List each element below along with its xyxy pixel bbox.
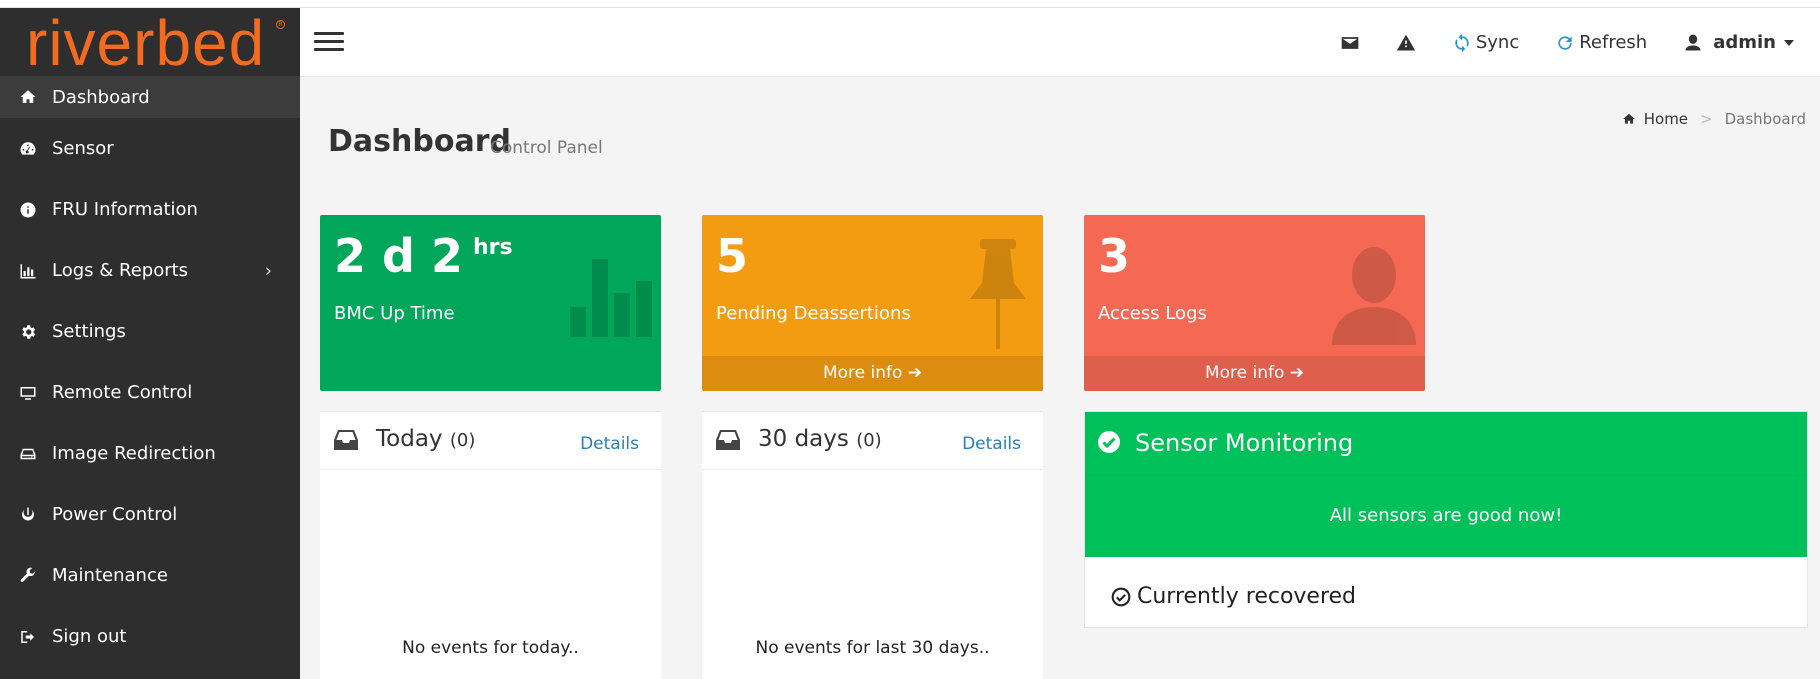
sync-label: Sync (1475, 32, 1520, 53)
sidebar-item-fru-information[interactable]: FRU Information (0, 179, 300, 240)
sidebar-item-label: Dashboard (52, 86, 150, 108)
pending-value: 5 (716, 229, 749, 283)
chevron-right-icon: › (264, 260, 272, 281)
inbox-icon (334, 430, 358, 450)
sign-out-icon (0, 628, 52, 646)
sidebar-item-label: Logs & Reports (52, 260, 189, 281)
pending-more-info-link[interactable]: More info ➔ (702, 356, 1043, 391)
panel-header: Today (0) Details (320, 412, 661, 470)
access-more-info-link[interactable]: More info ➔ (1084, 356, 1425, 391)
thirty-days-events-panel: 30 days (0) Details No events for last 3… (702, 411, 1043, 679)
refresh-button[interactable]: Refresh (1555, 32, 1647, 53)
refresh-label: Refresh (1579, 32, 1648, 53)
bar-chart-icon (0, 262, 52, 280)
messages-button[interactable] (1340, 33, 1360, 53)
sensor-status-message: All sensors are good now! (1085, 475, 1807, 557)
sidebar-item-remote-control[interactable]: Remote Control (0, 362, 300, 423)
panel-header: 30 days (0) Details (702, 412, 1043, 470)
sidebar-item-power-control[interactable]: Power Control (0, 484, 300, 545)
home-icon (1622, 113, 1635, 124)
sidebar-item-label: Sensor (52, 138, 114, 159)
logo-text: riverbed (26, 7, 266, 79)
user-menu[interactable]: admin (1683, 32, 1794, 53)
breadcrumb-current: Dashboard (1724, 110, 1806, 128)
sensor-body: Currently recovered (1085, 557, 1807, 629)
check-circle-icon (1098, 431, 1120, 453)
sensor-title: Sensor Monitoring (1135, 429, 1354, 457)
hamburger-menu-icon[interactable] (314, 32, 344, 52)
monitor-icon (0, 384, 52, 402)
panel-count: (0) (449, 430, 476, 451)
uptime-caption: BMC Up Time (334, 303, 455, 324)
pushpin-icon (970, 239, 1026, 349)
empty-message: No events for last 30 days.. (755, 638, 990, 658)
sidebar-item-label: Image Redirection (52, 443, 216, 464)
user-icon (1685, 34, 1701, 50)
bar-chart-icon (570, 259, 652, 337)
arrow-circle-right-icon: ➔ (907, 363, 923, 383)
page-title: Dashboard (328, 124, 511, 159)
registered-mark: R (276, 20, 285, 29)
access-logs-box: 3 Access Logs More info ➔ (1084, 215, 1425, 391)
sidebar-item-image-redirection[interactable]: Image Redirection (0, 423, 300, 484)
sidebar-item-logs-reports[interactable]: Logs & Reports › (0, 240, 300, 301)
breadcrumb-home-link[interactable]: Home (1644, 110, 1688, 128)
uptime-box: 2 d 2 hrs BMC Up Time (320, 215, 661, 391)
dashboard-gauge-icon (0, 140, 52, 158)
breadcrumb-separator: > (1700, 110, 1713, 128)
caret-down-icon (1784, 39, 1794, 46)
sidebar-item-label: Power Control (52, 504, 178, 525)
top-strip (0, 0, 1820, 8)
today-details-link[interactable]: Details (580, 434, 639, 454)
envelope-icon (1341, 36, 1359, 49)
refresh-icon (1558, 35, 1572, 50)
panel-title: Today (0) (376, 426, 476, 452)
info-circle-icon (0, 201, 52, 219)
uptime-unit: hrs (472, 235, 513, 260)
header-actions: Sync Refresh admin (1340, 8, 1820, 77)
pending-deassertions-box: 5 Pending Deassertions More info ➔ (702, 215, 1043, 391)
recovered-status: Currently recovered (1137, 584, 1357, 609)
sidebar-item-dashboard[interactable]: Dashboard (0, 76, 300, 118)
breadcrumb: Home > Dashboard (1622, 110, 1806, 128)
logo[interactable]: riverbed R (0, 8, 300, 78)
sensor-header: Sensor Monitoring (1085, 412, 1807, 475)
sidebar-item-label: Remote Control (52, 382, 193, 403)
wrench-icon (0, 567, 52, 585)
drive-icon (0, 445, 52, 463)
check-circle-outline-icon (1111, 587, 1131, 607)
access-value: 3 (1098, 229, 1131, 283)
pending-caption: Pending Deassertions (716, 303, 911, 324)
user-silhouette-icon (1332, 247, 1416, 345)
alerts-button[interactable] (1396, 33, 1416, 53)
top-header: Sync Refresh admin (300, 8, 1820, 77)
today-events-panel: Today (0) Details No events for today.. (320, 411, 661, 679)
access-caption: Access Logs (1098, 303, 1207, 324)
sidebar-item-label: FRU Information (52, 199, 198, 220)
sidebar-item-maintenance[interactable]: Maintenance (0, 545, 300, 606)
page-subtitle: Control Panel (490, 138, 603, 158)
warning-icon (1396, 34, 1416, 50)
power-icon (0, 506, 52, 524)
user-name: admin (1713, 32, 1776, 53)
thirty-days-details-link[interactable]: Details (962, 434, 1021, 454)
sidebar-item-label: Settings (52, 321, 126, 342)
panel-count: (0) (856, 430, 882, 451)
sidebar-item-sensor[interactable]: Sensor (0, 118, 300, 179)
sensor-monitoring-panel: Sensor Monitoring All sensors are good n… (1084, 411, 1808, 628)
panel-title: 30 days (0) (758, 426, 882, 452)
inbox-icon (716, 430, 740, 450)
sidebar-item-label: Maintenance (52, 565, 168, 586)
arrow-circle-right-icon: ➔ (1289, 363, 1305, 383)
gear-icon (0, 323, 52, 341)
sidebar-nav: Dashboard Sensor FRU Information Logs & … (0, 76, 300, 667)
sync-icon (1455, 33, 1469, 52)
uptime-value: 2 d 2 hrs (334, 229, 513, 283)
sync-button[interactable]: Sync (1452, 32, 1519, 53)
sidebar-item-sign-out[interactable]: Sign out (0, 606, 300, 667)
sidebar-item-settings[interactable]: Settings (0, 301, 300, 362)
home-icon (0, 88, 52, 106)
sidebar-item-label: Sign out (52, 626, 127, 647)
empty-message: No events for today.. (402, 638, 579, 658)
